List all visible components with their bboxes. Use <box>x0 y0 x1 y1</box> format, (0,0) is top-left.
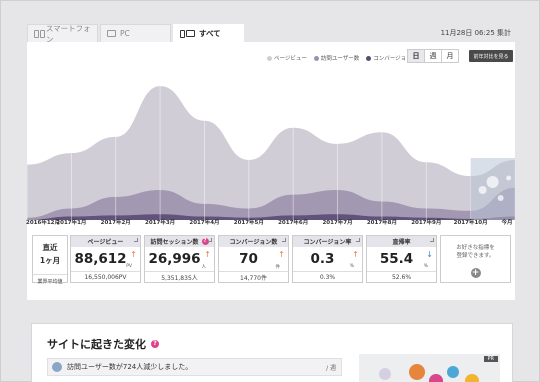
decoration-circle <box>379 368 391 380</box>
tab-label: すべて <box>199 29 221 38</box>
x-tick-label: 2017年10月 <box>453 220 488 226</box>
toggle-week[interactable]: 週 <box>424 49 442 63</box>
kpi-period-label: 直近 1ヶ月 業界平均値 <box>32 235 68 285</box>
legend-item-pageviews: ページビュー <box>267 54 307 62</box>
toggle-month[interactable]: 月 <box>441 49 459 63</box>
expand-corner-icon <box>282 238 286 242</box>
kpi-header: コンバージョン数 <box>219 236 288 247</box>
chart-legend: ページビュー 訪問ユーザー数 コンバージョン数 <box>267 54 417 62</box>
expand-corner-icon <box>430 238 434 242</box>
x-tick-label: 2017年5月 <box>233 220 264 226</box>
kpi-unit: PV <box>126 264 132 269</box>
change-period: / 週 <box>326 364 336 372</box>
trend-up-icon: ↑ <box>204 250 211 259</box>
x-tick-label: 2016年12月 <box>26 220 60 226</box>
help-icon[interactable]: ? <box>151 340 159 348</box>
kpi-unit: 件 <box>275 265 281 270</box>
kpi-header: 直帰率 <box>367 236 436 247</box>
expand-corner-icon <box>208 238 212 242</box>
kpi-industry-average: 14,770件 <box>219 271 288 282</box>
expand-corner-icon <box>134 238 138 242</box>
x-axis: 2016年12月 2017年1月 2017年2月 2017年3月 2017年4月 2017… <box>26 218 515 228</box>
tab-smartphone[interactable]: スマートフォン <box>27 24 98 44</box>
pc-icon <box>186 30 195 37</box>
aggregation-date: 11月28日 06:25 集計 <box>440 29 511 37</box>
kpi-value: 88,612 <box>74 251 127 267</box>
all-devices-icon <box>180 29 185 38</box>
x-tick-label: 2017年2月 <box>100 220 131 226</box>
x-tick-label: 2017年6月 <box>278 220 309 226</box>
expand-corner-icon <box>356 238 360 242</box>
smartphone-icon <box>39 29 45 38</box>
smartphone-icon <box>34 29 39 38</box>
change-item[interactable]: 訪問ユーザー数が724人減少しました。 / 週 <box>47 358 342 376</box>
kpi-unit: 人 <box>201 265 207 270</box>
industry-average-label: 業界平均値 <box>33 274 67 285</box>
trend-up-icon: ↑ <box>130 250 137 259</box>
decoration-circle <box>429 374 443 382</box>
kpi-card-pageviews[interactable]: ページビュー 88,612 ↑ PV 16,550,006PV <box>70 235 141 283</box>
kpi-unit: % <box>349 264 354 269</box>
toggle-day[interactable]: 日 <box>407 49 425 63</box>
change-text: 訪問ユーザー数が724人減少しました。 <box>67 363 193 371</box>
kpi-industry-average: 52.6% <box>367 271 436 282</box>
add-metric-text-1: お好きな指標を <box>456 245 495 251</box>
device-tabs: スマートフォン PC すべて <box>27 24 246 44</box>
trend-up-icon: ↑ <box>352 250 359 259</box>
kpi-value: 70 <box>239 251 258 267</box>
pc-icon <box>107 30 116 37</box>
kpi-header: ページビュー <box>71 236 140 247</box>
kpi-period-line2: 1ヶ月 <box>39 256 61 265</box>
kpi-unit: % <box>423 264 428 269</box>
plus-icon[interactable]: + <box>470 268 481 278</box>
pr-tag: PR <box>483 356 498 362</box>
kpi-card-conversions[interactable]: コンバージョン数 70 ↑ 件 14,770件 <box>218 235 289 283</box>
add-metric-text-2: 登録できます。 <box>456 253 495 259</box>
highlight-bubble <box>486 176 499 188</box>
kpi-header: コンバージョン率 <box>293 236 362 247</box>
decoration-circle <box>447 366 459 378</box>
highlight-bubble <box>497 195 504 201</box>
tab-pc[interactable]: PC <box>100 24 171 42</box>
tab-all[interactable]: すべて <box>173 24 244 42</box>
site-changes-card: サイトに起きた変化 ? 訪問ユーザー数が724人減少しました。 / 週 PR <box>31 323 513 382</box>
area-chart <box>27 70 515 220</box>
kpi-header: 訪問セッション数? <box>145 236 214 247</box>
x-tick-label: 2017年3月 <box>145 220 176 226</box>
x-tick-label: 2017年8月 <box>366 220 397 226</box>
legend-item-users: 訪問ユーザー数 <box>313 54 359 62</box>
pr-banner[interactable]: PR <box>359 354 500 382</box>
decoration-circle <box>409 364 425 380</box>
tab-label: PC <box>120 29 130 38</box>
kpi-industry-average: 5,351,835人 <box>145 271 214 282</box>
kpi-value: 26,996 <box>148 251 201 267</box>
analytics-panel: ページビュー 訪問ユーザー数 コンバージョン数 日 週 月 前年対比を見る 20… <box>26 42 515 300</box>
x-tick-label: 2017年7月 <box>322 220 353 226</box>
x-tick-label: 2017年1月 <box>56 220 87 226</box>
kpi-value: 55.4 <box>379 251 414 267</box>
kpi-industry-average: 16,550,006PV <box>71 271 140 282</box>
kpi-value: 0.3 <box>310 251 335 267</box>
section-title: サイトに起きた変化 ? <box>47 336 159 352</box>
kpi-card-bounce-rate[interactable]: 直帰率 55.4 ↓ % 52.6% <box>366 235 437 283</box>
kpi-period-line1: 直近 <box>42 243 58 252</box>
compare-last-year-button[interactable]: 前年対比を見る <box>469 50 513 62</box>
dashboard-background: スマートフォン PC すべて 11月28日 06:25 集計 ページビュー 訪問… <box>0 0 540 382</box>
kpi-industry-average: 0.3% <box>293 271 362 282</box>
period-toggle-group: 日 週 月 <box>407 49 459 63</box>
x-tick-label: 2017年9月 <box>411 220 442 226</box>
add-metric-card[interactable]: お好きな指標を 登録できます。 + <box>440 235 511 283</box>
sad-face-icon <box>52 362 62 372</box>
trend-down-icon: ↓ <box>426 250 433 259</box>
highlight-bubble <box>506 175 512 181</box>
trend-up-icon: ↑ <box>278 250 285 259</box>
kpi-card-sessions[interactable]: 訪問セッション数? 26,996 ↑ 人 5,351,835人 <box>144 235 215 283</box>
x-tick-label: 今月 <box>501 220 513 226</box>
decoration-circle <box>465 374 479 382</box>
current-month-highlight <box>470 158 515 220</box>
kpi-card-conversion-rate[interactable]: コンバージョン率 0.3 ↑ % 0.3% <box>292 235 363 283</box>
x-tick-label: 2017年4月 <box>189 220 220 226</box>
highlight-bubble <box>478 186 487 194</box>
area-chart-svg <box>27 70 515 220</box>
